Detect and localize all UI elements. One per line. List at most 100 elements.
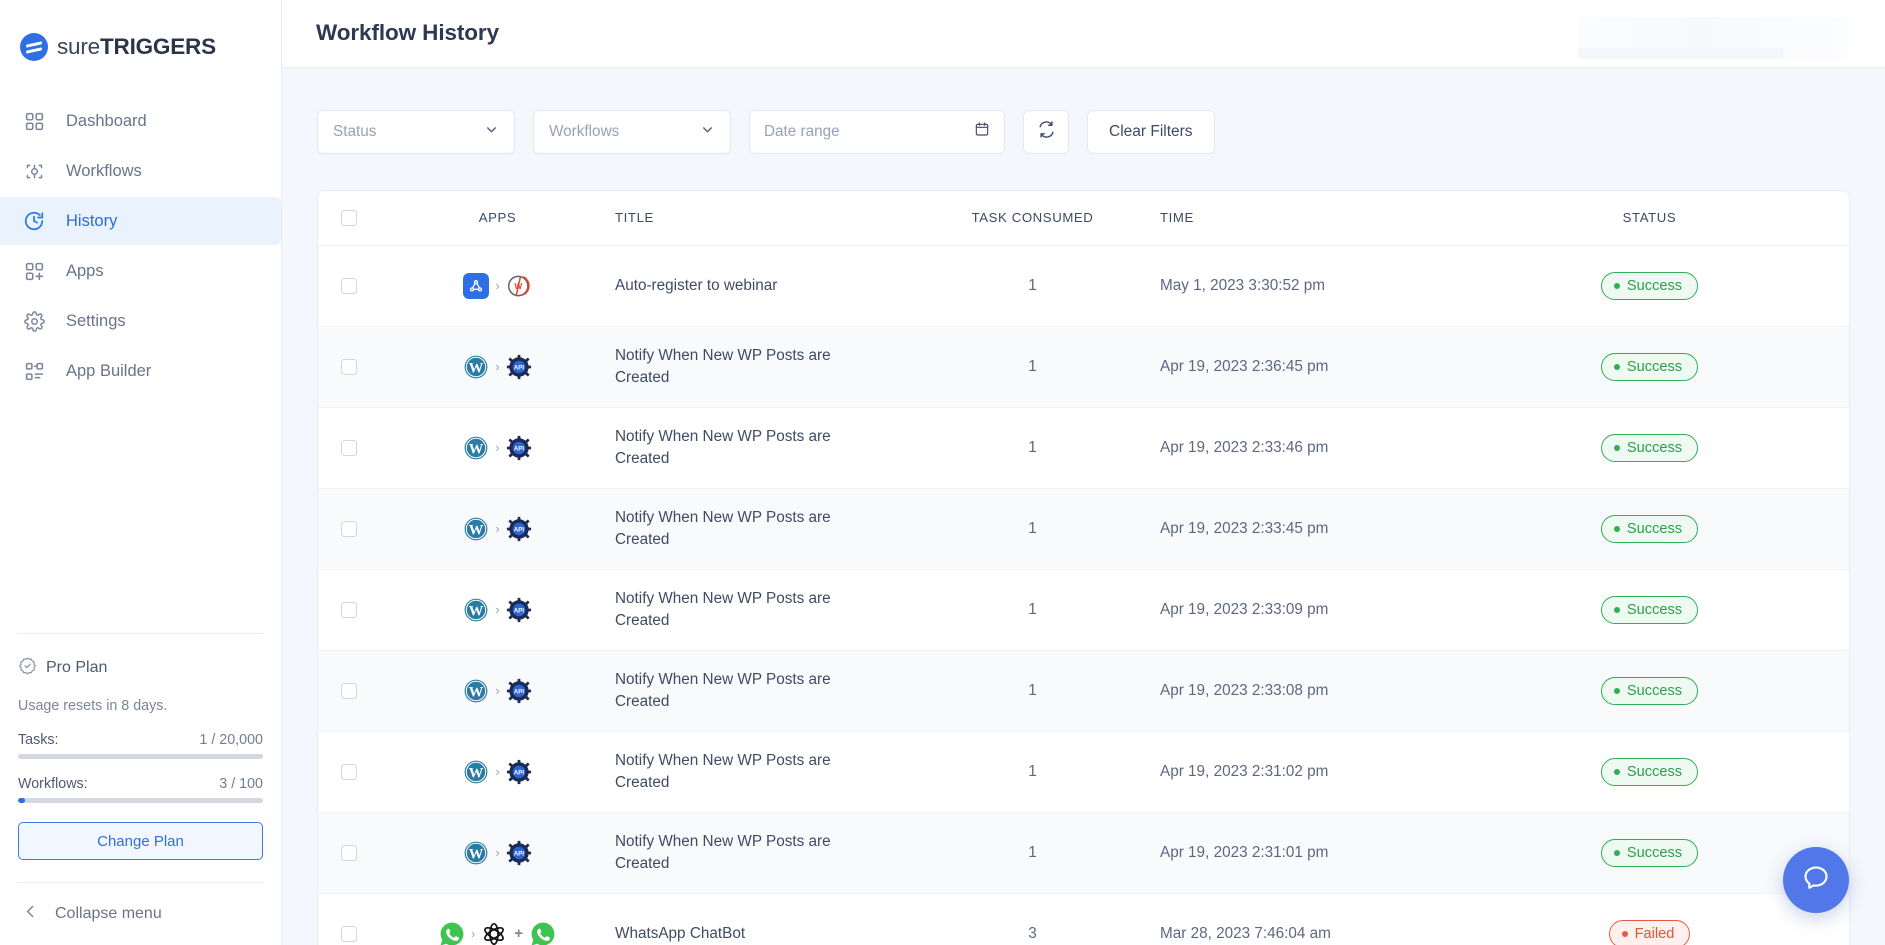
collapse-menu-label: Collapse menu [55, 905, 162, 923]
svg-text:W: W [469, 684, 484, 700]
select-all-checkbox[interactable] [341, 210, 357, 226]
status-cell: Success [1450, 326, 1849, 407]
sidebar-item-app-builder[interactable]: App Builder [0, 347, 281, 395]
workflow-title-cell[interactable]: WhatsApp ChatBot [615, 893, 905, 945]
table-row[interactable]: W›APINotify When New WP Posts are Create… [318, 812, 1849, 893]
svg-text:API: API [514, 607, 524, 614]
workflows-meter-bar [18, 798, 263, 803]
status-badge: Success [1601, 596, 1698, 624]
svg-text:API: API [514, 850, 524, 857]
status-badge-label: Success [1627, 683, 1682, 699]
svg-text:API: API [514, 769, 524, 776]
workflow-title-cell[interactable]: Auto-register to webinar [615, 245, 905, 326]
column-header-apps[interactable]: APPS [380, 191, 615, 246]
status-dot-icon [1614, 445, 1620, 451]
chevron-right-icon: › [495, 278, 499, 293]
workflow-title-cell[interactable]: Notify When New WP Posts are Created [615, 812, 905, 893]
date-range-input[interactable]: Date range [749, 110, 1005, 154]
status-cell: Failed [1450, 893, 1849, 945]
wordpress-app-icon: W [463, 516, 489, 542]
plus-icon: + [514, 925, 523, 942]
grid-plus-icon [21, 258, 47, 284]
table-row[interactable]: W›APINotify When New WP Posts are Create… [318, 650, 1849, 731]
svg-text:API: API [514, 688, 524, 695]
status-badge: Success [1601, 515, 1698, 543]
sidebar-item-settings[interactable]: Settings [0, 297, 281, 345]
row-select-cell [318, 569, 380, 650]
table-header: APPS TITLE TASK CONSUMED TIME STATUS [318, 191, 1849, 246]
svg-text:W: W [469, 522, 484, 538]
api-gear-app-icon: API [506, 435, 532, 461]
row-checkbox[interactable] [341, 926, 357, 942]
brand-wordmark-bold: TRIGGERS [100, 34, 216, 59]
task-consumed-cell: 1 [905, 812, 1160, 893]
row-checkbox[interactable] [341, 845, 357, 861]
brand-logo[interactable]: sureTRIGGERS [0, 0, 281, 72]
status-cell: Success [1450, 245, 1849, 326]
clear-filters-button[interactable]: Clear Filters [1087, 110, 1215, 154]
task-consumed-cell: 1 [905, 326, 1160, 407]
row-checkbox[interactable] [341, 521, 357, 537]
task-consumed-cell: 1 [905, 407, 1160, 488]
svg-text:W: W [514, 281, 522, 291]
api-gear-app-icon: API [506, 516, 532, 542]
api-gear-app-icon: API [506, 840, 532, 866]
status-dot-icon [1614, 283, 1620, 289]
workflow-title-cell[interactable]: Notify When New WP Posts are Created [615, 326, 905, 407]
row-select-cell [318, 488, 380, 569]
table-row[interactable]: › W Auto-register to webinar1May 1, 2023 3… [318, 245, 1849, 326]
column-header-status[interactable]: STATUS [1450, 191, 1849, 246]
plan-name: Pro Plan [46, 659, 107, 677]
status-badge: Failed [1609, 920, 1691, 945]
table-row[interactable]: W›APINotify When New WP Posts are Create… [318, 569, 1849, 650]
workflows-filter-dropdown[interactable]: Workflows [533, 110, 731, 154]
table-row[interactable]: W›APINotify When New WP Posts are Create… [318, 326, 1849, 407]
workflows-meter-value: 3 / 100 [219, 776, 263, 792]
table-row[interactable]: W›APINotify When New WP Posts are Create… [318, 731, 1849, 812]
column-header-time[interactable]: TIME [1160, 191, 1450, 246]
table-row[interactable]: ›+WhatsApp ChatBot3Mar 28, 2023 7:46:04 … [318, 893, 1849, 945]
sidebar-item-label: Dashboard [66, 112, 147, 131]
page-title: Workflow History [316, 20, 499, 46]
collapse-menu-button[interactable]: Collapse menu [0, 883, 281, 945]
sidebar-item-history[interactable]: History [0, 197, 281, 245]
workflow-title-cell[interactable]: Notify When New WP Posts are Created [615, 731, 905, 812]
task-consumed-cell: 1 [905, 569, 1160, 650]
row-checkbox[interactable] [341, 683, 357, 699]
time-cell: Apr 19, 2023 2:36:45 pm [1160, 326, 1450, 407]
table-row[interactable]: W›APINotify When New WP Posts are Create… [318, 407, 1849, 488]
sidebar-item-dashboard[interactable]: Dashboard [0, 97, 281, 145]
row-checkbox[interactable] [341, 764, 357, 780]
wordpress-app-icon: W [463, 354, 489, 380]
apps-cell: W›API [380, 731, 615, 812]
time-cell: May 1, 2023 3:30:52 pm [1160, 245, 1450, 326]
status-filter-dropdown[interactable]: Status [317, 110, 515, 154]
task-consumed-cell: 1 [905, 245, 1160, 326]
chat-support-button[interactable] [1783, 847, 1849, 913]
row-checkbox[interactable] [341, 602, 357, 618]
refresh-button[interactable] [1023, 110, 1069, 154]
table-row[interactable]: W›APINotify When New WP Posts are Create… [318, 488, 1849, 569]
column-header-task-consumed[interactable]: TASK CONSUMED [905, 191, 1160, 246]
workflow-title-cell[interactable]: Notify When New WP Posts are Created [615, 407, 905, 488]
change-plan-button[interactable]: Change Plan [18, 822, 263, 860]
row-checkbox[interactable] [341, 359, 357, 375]
workflow-title-cell[interactable]: Notify When New WP Posts are Created [615, 488, 905, 569]
check-badge-icon [18, 656, 37, 680]
apps-cell: W›API [380, 569, 615, 650]
row-checkbox[interactable] [341, 278, 357, 294]
row-checkbox[interactable] [341, 440, 357, 456]
plan-header: Pro Plan [18, 656, 263, 680]
chevron-right-icon: › [495, 440, 499, 455]
table-header-row: APPS TITLE TASK CONSUMED TIME STATUS [318, 191, 1849, 246]
webinarjam-app-icon: W [506, 273, 532, 299]
clock-history-icon [21, 208, 47, 234]
chevron-right-icon: › [495, 359, 499, 374]
column-header-title[interactable]: TITLE [615, 191, 905, 246]
sidebar-item-apps[interactable]: Apps [0, 247, 281, 295]
workflow-title-cell[interactable]: Notify When New WP Posts are Created [615, 650, 905, 731]
status-badge: Success [1601, 758, 1698, 786]
sidebar-item-workflows[interactable]: Workflows [0, 147, 281, 195]
status-filter-placeholder: Status [333, 123, 376, 141]
workflow-title-cell[interactable]: Notify When New WP Posts are Created [615, 569, 905, 650]
